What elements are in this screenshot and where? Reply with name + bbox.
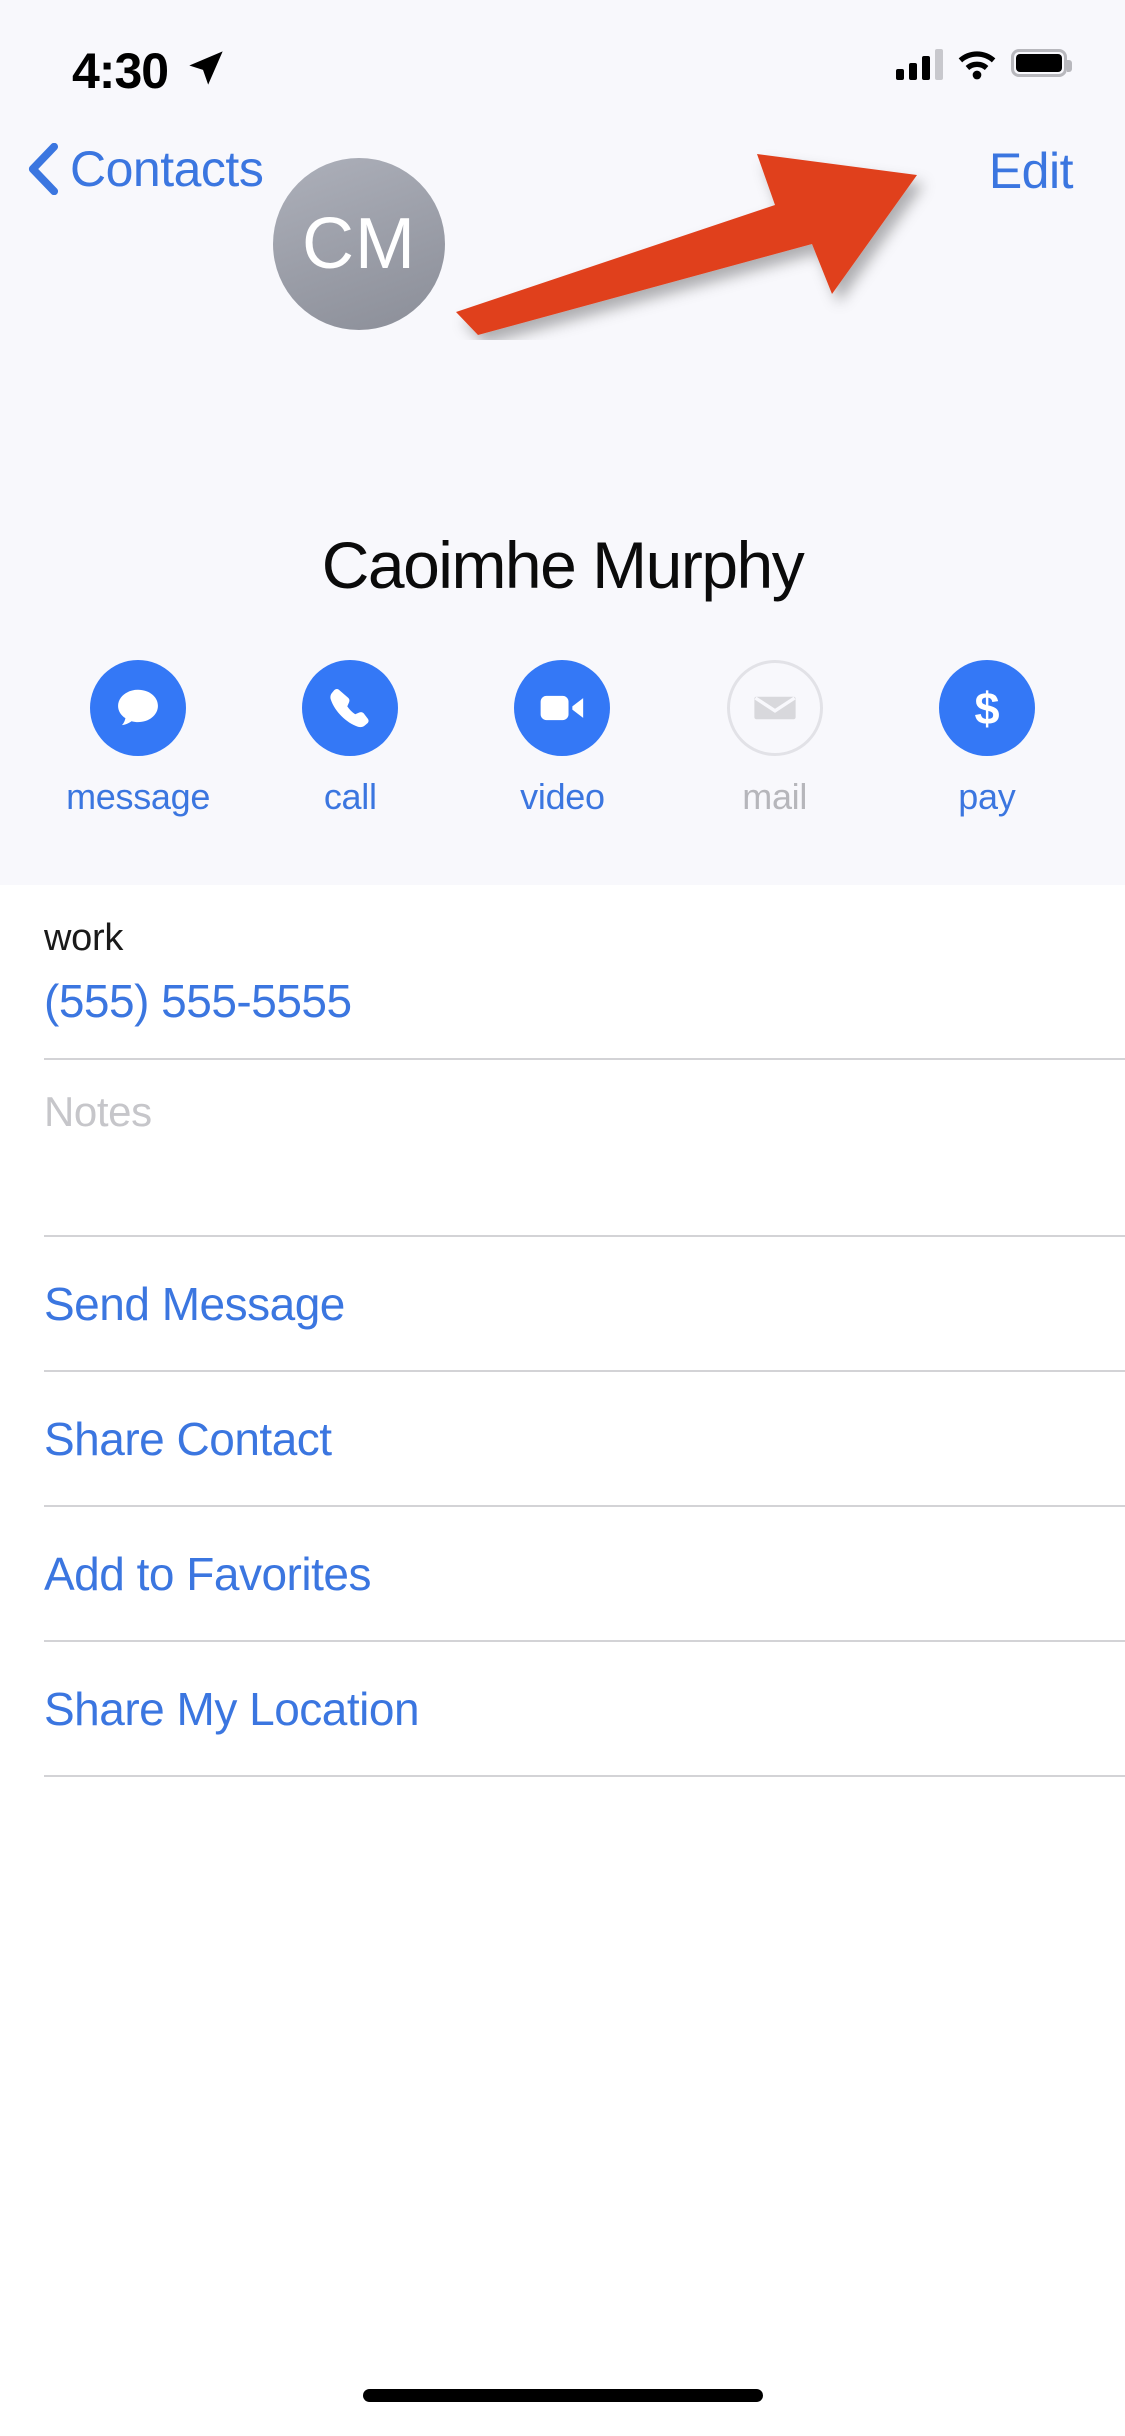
dollar-sign-icon: $ (938, 660, 1035, 756)
contact-detail-screen: 4:30 Contacts Edit CM Caoimhe Murphy mes… (0, 0, 1125, 2436)
edit-button[interactable]: Edit (989, 142, 1074, 200)
share-contact-label: Share Contact (44, 1412, 332, 1465)
phone-icon (302, 660, 399, 756)
divider (44, 1775, 1125, 1777)
navigation-bar: Contacts Edit (0, 140, 1125, 230)
phone-label: work (44, 917, 124, 959)
mail-action-button: mail (705, 660, 845, 818)
back-button[interactable]: Contacts (26, 140, 264, 198)
send-message-row[interactable]: Send Message (0, 1237, 1125, 1370)
status-bar-time: 4:30 (72, 43, 169, 99)
cellular-bars-icon (896, 46, 943, 80)
status-bar: 4:30 (0, 0, 1125, 132)
notes-placeholder: Notes (44, 1088, 152, 1135)
svg-text:$: $ (974, 683, 999, 734)
wifi-icon (958, 51, 996, 80)
contact-detail-sheet: work (555) 555-5555 Notes Send Message S… (0, 885, 1125, 2436)
pay-action-label: pay (958, 776, 1016, 817)
call-action-button[interactable]: call (280, 660, 420, 818)
message-action-button[interactable]: message (66, 660, 211, 818)
add-to-favorites-label: Add to Favorites (44, 1547, 371, 1600)
call-action-label: call (323, 776, 377, 817)
battery-icon (1011, 49, 1072, 77)
video-action-label: video (520, 776, 605, 817)
share-my-location-label: Share My Location (44, 1682, 420, 1735)
contact-header-region: 4:30 Contacts Edit CM Caoimhe Murphy mes… (0, 0, 1125, 885)
quick-action-row: message call video mail $ pay (0, 660, 1125, 818)
pay-action-button[interactable]: $ pay (917, 660, 1057, 818)
share-my-location-row[interactable]: Share My Location (0, 1642, 1125, 1775)
location-arrow-icon (189, 51, 223, 85)
envelope-icon (726, 660, 823, 756)
message-bubble-icon (90, 660, 187, 756)
notes-row[interactable]: Notes (0, 1060, 1125, 1235)
add-to-favorites-row[interactable]: Add to Favorites (0, 1507, 1125, 1640)
back-button-label: Contacts (70, 141, 264, 197)
phone-number[interactable]: (555) 555-5555 (44, 974, 1125, 1028)
message-action-label: message (66, 776, 211, 817)
share-contact-row[interactable]: Share Contact (0, 1372, 1125, 1505)
contact-name: Caoimhe Murphy (321, 528, 805, 602)
chevron-left-icon (28, 143, 59, 195)
video-action-button[interactable]: video (492, 660, 632, 818)
video-camera-icon (514, 660, 611, 756)
send-message-label: Send Message (44, 1277, 345, 1330)
mail-action-label: mail (742, 776, 808, 817)
home-indicator[interactable] (362, 2389, 763, 2402)
avatar-initials: CM (302, 204, 416, 284)
phone-row[interactable]: work (555) 555-5555 (0, 885, 1125, 1058)
avatar[interactable]: CM (273, 158, 445, 330)
status-bar-indicators (896, 46, 1072, 80)
